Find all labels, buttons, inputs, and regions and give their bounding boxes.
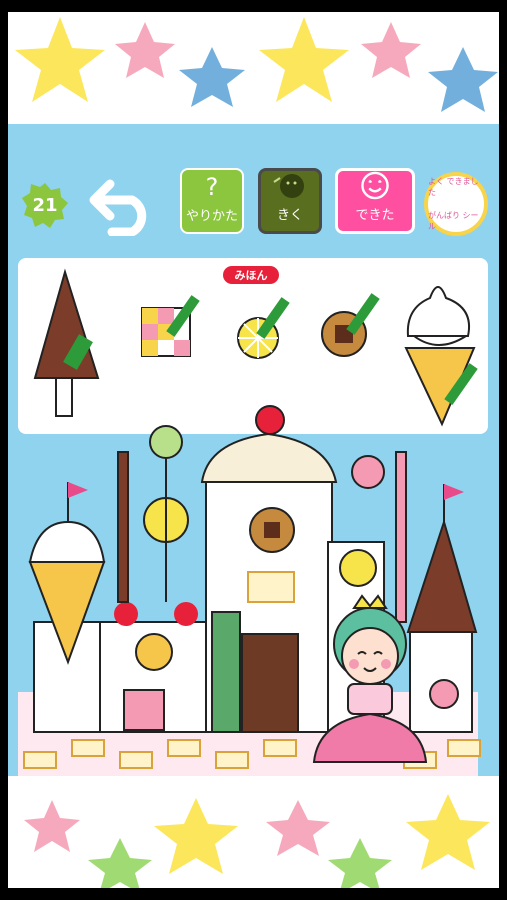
sticker-bottom-text: がんばり シール	[428, 211, 479, 231]
done-button[interactable]: できた	[335, 168, 415, 234]
help-button[interactable]: ? やりかた	[180, 168, 244, 234]
help-label: やりかた	[185, 209, 238, 224]
star-border-top	[15, 17, 498, 112]
back-arrow-icon[interactable]	[88, 174, 160, 236]
candy-castle-drawing	[18, 405, 481, 776]
left-ice-cream-tower	[28, 482, 106, 733]
done-label: できた	[355, 208, 395, 223]
level-number: 21	[32, 194, 58, 216]
app-frame: 21 ? やりかた きく できた よく できました がんばり シール みほん	[8, 12, 499, 888]
smile-icon	[361, 171, 389, 200]
sticker-top-text: よく できました	[428, 177, 479, 197]
listen-label: きく	[276, 208, 303, 223]
toolbar: 21 ? やりかた きく できた よく できました がんばり シール	[8, 144, 499, 236]
candy-shop-block	[99, 425, 211, 733]
speaker-face-icon	[273, 174, 304, 198]
palette-item-chocolate-cookie[interactable]	[321, 293, 380, 357]
palette-item-checker-cookie[interactable]	[141, 295, 200, 357]
star-decor	[24, 794, 490, 888]
question-icon: ?	[205, 173, 219, 201]
star-decor	[15, 17, 498, 112]
central-tower	[200, 405, 338, 733]
palette-item-lemon[interactable]	[237, 297, 290, 359]
right-cone-tower	[406, 484, 478, 733]
sticker-button[interactable]: よく できました がんばり シール	[424, 172, 488, 236]
listen-button[interactable]: きく	[258, 168, 322, 234]
star-border-bottom	[24, 794, 490, 888]
